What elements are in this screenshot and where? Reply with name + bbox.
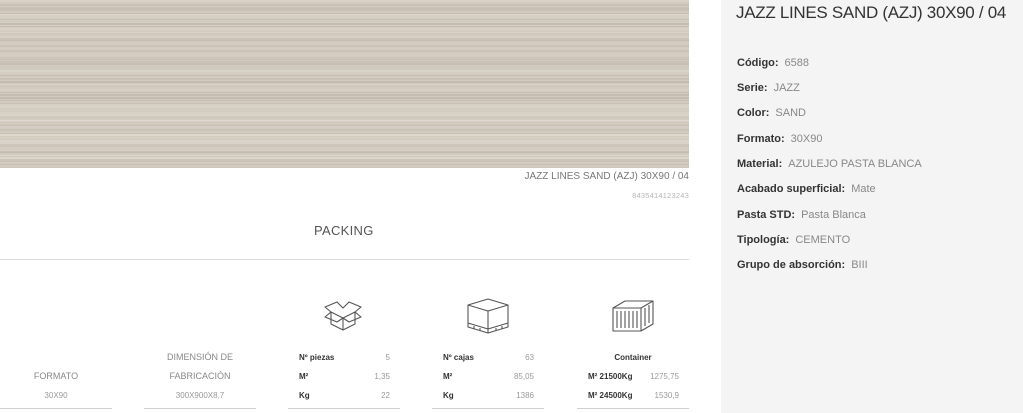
cajas-underline [432, 408, 544, 409]
packing-title: PACKING [314, 223, 374, 238]
piezas-row-2: M² 1,35 [299, 372, 390, 381]
image-caption: JAZZ LINES SAND (AZJ) 30X90 / 04 [524, 171, 690, 182]
tile-texture [0, 0, 689, 168]
container-underline [577, 408, 689, 409]
container-icon [611, 298, 655, 339]
dimension-value: 300X900X8,7 [175, 391, 225, 400]
container-row-1: M² 21500Kg 1275,75 [588, 372, 679, 381]
ean-code: 8435414123243 [632, 191, 689, 200]
piezas-row-3: Kg 22 [299, 391, 390, 400]
dimension-underline [144, 408, 256, 409]
container-row-2: M² 24500Kg 1530,9 [588, 391, 679, 400]
spec-codigo: Código: 6588 [737, 57, 810, 69]
spec-material: Material: AZULEJO PASTA BLANCA [737, 158, 922, 170]
spec-pasta: Pasta STD: Pasta Blanca [737, 209, 866, 221]
piezas-row-1: Nº piezas 5 [299, 353, 390, 362]
cajas-row-2: M² 85,05 [443, 372, 534, 381]
divider [0, 259, 689, 260]
formato-underline [0, 408, 112, 409]
cajas-row-3: Kg 1386 [443, 391, 534, 400]
spec-acabado: Acabado superficial: Mate [737, 183, 876, 195]
cajas-row-1: Nº cajas 63 [443, 353, 534, 362]
spec-formato: Formato: 30X90 [737, 133, 823, 145]
container-title: Container [614, 353, 652, 362]
open-box-icon [323, 300, 363, 337]
formato-label: FORMATO [33, 371, 79, 381]
spec-color: Color: SAND [737, 107, 806, 119]
piezas-underline [288, 408, 400, 409]
formato-value: 30X90 [44, 391, 68, 400]
spec-serie: Serie: JAZZ [737, 82, 800, 94]
dimension-label-1: DIMENSIÓN DE [166, 352, 233, 362]
spec-tipologia: Tipología: CEMENTO [737, 234, 851, 246]
dimension-label-2: FABRICACIÓN [169, 371, 231, 381]
spec-grupo: Grupo de absorción: BIII [737, 259, 868, 271]
product-image[interactable] [0, 0, 689, 168]
product-title: JAZZ LINES SAND (AZJ) 30X90 / 04 [736, 3, 1007, 22]
pallet-icon [466, 297, 510, 340]
